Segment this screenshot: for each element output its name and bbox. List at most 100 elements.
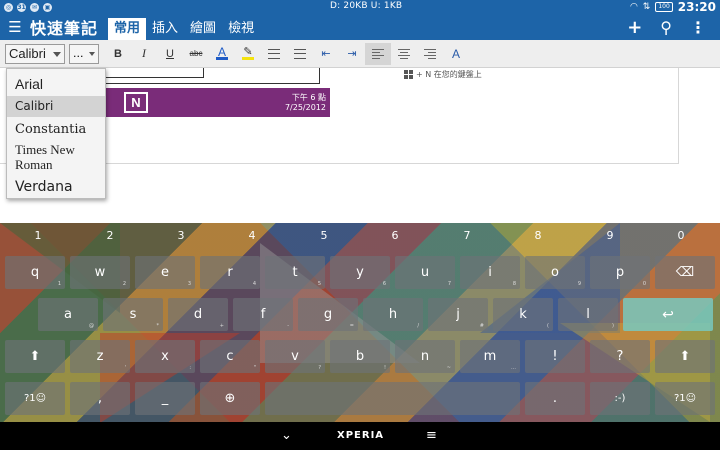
key-l[interactable]: l) xyxy=(558,298,618,331)
chevron-down-icon xyxy=(53,51,61,57)
font-size-select[interactable]: ... xyxy=(69,43,99,64)
space-key[interactable] xyxy=(265,382,520,415)
font-option-verdana[interactable]: Verdana xyxy=(7,176,105,198)
tab-insert[interactable]: 插入 xyxy=(146,18,184,40)
key-question[interactable]: ? xyxy=(590,340,650,373)
tab-home[interactable]: 常用 xyxy=(108,18,147,40)
number-hint: 9 xyxy=(606,229,614,242)
hide-keyboard-button[interactable]: ⌄ xyxy=(281,428,292,443)
key-m[interactable]: m… xyxy=(460,340,520,373)
font-option-arial[interactable]: Arial xyxy=(7,73,105,95)
shift-key-right[interactable]: ⬆ xyxy=(655,340,715,373)
key-h[interactable]: h / xyxy=(363,298,423,331)
key-o[interactable]: o9 xyxy=(525,256,585,289)
note-card[interactable]: N 下午 6 點 7/25/2012 xyxy=(100,88,330,117)
key-comma[interactable]: , xyxy=(70,382,130,415)
key-a[interactable]: a @ xyxy=(38,298,98,331)
strikethrough-button[interactable]: abc xyxy=(183,43,209,65)
enter-icon: ↩ xyxy=(662,306,674,323)
clear-formatting-button[interactable]: A xyxy=(443,43,469,65)
key-e[interactable]: e3 xyxy=(135,256,195,289)
key-r[interactable]: r4 xyxy=(200,256,260,289)
overflow-menu-icon[interactable]: ⋮ xyxy=(690,18,706,37)
key-y[interactable]: y6 xyxy=(330,256,390,289)
shift-icon: ⬆ xyxy=(679,349,691,364)
align-left-icon xyxy=(372,48,384,59)
key-j[interactable]: j # xyxy=(428,298,488,331)
key-c[interactable]: c " xyxy=(200,340,260,373)
key-u[interactable]: u7 xyxy=(395,256,455,289)
key-b[interactable]: b! xyxy=(330,340,390,373)
font-option-calibri[interactable]: Calibri xyxy=(7,96,105,117)
tab-draw[interactable]: 繪圖 xyxy=(184,18,222,40)
font-color-button[interactable]: A xyxy=(209,43,235,65)
emoticon-key[interactable]: :-) xyxy=(590,382,650,415)
note-date-value: 7/25/2012 xyxy=(284,103,326,112)
bullet-list-button[interactable] xyxy=(261,43,287,65)
wifi-icon: ◠ xyxy=(629,2,638,12)
key-k[interactable]: k( xyxy=(493,298,553,331)
bullet-list-icon xyxy=(268,48,280,59)
notification-icon: 31 xyxy=(17,2,26,12)
key-period[interactable]: . xyxy=(525,382,585,415)
key-d[interactable]: d + xyxy=(168,298,228,331)
key-exclamation[interactable]: ! xyxy=(525,340,585,373)
symbols-key-right[interactable]: ?1☺ xyxy=(655,382,715,415)
font-color-icon: A xyxy=(217,45,226,59)
key-i[interactable]: i8 xyxy=(460,256,520,289)
align-left-button[interactable] xyxy=(365,42,391,65)
key-underscore[interactable]: _ xyxy=(135,382,195,415)
number-hint: 3 xyxy=(177,229,185,242)
note-canvas[interactable]: N 下午 6 點 7/25/2012 + N 在您的鍵盤上 xyxy=(0,68,720,223)
menu-icon[interactable]: ☰ xyxy=(0,14,30,40)
italic-button[interactable]: I xyxy=(131,43,157,65)
number-hint: 6 xyxy=(391,229,399,242)
underline-button[interactable]: U xyxy=(157,43,183,65)
key-w[interactable]: w2 xyxy=(70,256,130,289)
increase-indent-button[interactable]: ⇥ xyxy=(339,43,365,65)
key-p[interactable]: p0 xyxy=(590,256,650,289)
search-icon[interactable]: ⚲ xyxy=(660,18,672,37)
numbered-list-button[interactable] xyxy=(287,43,313,65)
key-n[interactable]: n ~ xyxy=(395,340,455,373)
number-hint: 2 xyxy=(106,229,114,242)
keyboard-menu-button[interactable]: ≡ xyxy=(426,428,437,443)
indent-icon: ⇥ xyxy=(347,48,357,60)
highlight-button[interactable]: ✎ xyxy=(235,43,261,65)
notification-icon: ▣ xyxy=(43,2,52,12)
font-family-select[interactable]: Calibri xyxy=(5,43,65,64)
key-z[interactable]: z ' xyxy=(70,340,130,373)
font-size-value: ... xyxy=(73,47,84,60)
navigation-bar: ⌄ XPERIA ≡ xyxy=(0,422,720,450)
table-cell[interactable] xyxy=(100,68,204,78)
decrease-indent-button[interactable]: ⇤ xyxy=(313,43,339,65)
add-icon[interactable]: + xyxy=(627,17,642,38)
symbols-key[interactable]: ?1☺ xyxy=(5,382,65,415)
bold-button[interactable]: B xyxy=(105,43,131,65)
font-dropdown: Arial Calibri Constantia Times New Roman… xyxy=(6,68,106,199)
key-f[interactable]: f- xyxy=(233,298,293,331)
font-option-times-new-roman[interactable]: Times New Roman xyxy=(7,142,87,174)
align-center-button[interactable] xyxy=(391,43,417,65)
number-hint: 8 xyxy=(534,229,542,242)
tab-view[interactable]: 檢視 xyxy=(222,18,260,40)
language-key[interactable]: ⊕ xyxy=(200,382,260,415)
key-x[interactable]: x: xyxy=(135,340,195,373)
app-bar: ☰ 快速筆記 常用 插入 繪圖 檢視 + ⚲ ⋮ xyxy=(0,14,720,40)
sync-icon: ⇅ xyxy=(642,2,651,12)
number-hint: 0 xyxy=(677,229,685,242)
key-t[interactable]: t5 xyxy=(265,256,325,289)
align-right-button[interactable] xyxy=(417,43,443,65)
key-q[interactable]: q1 xyxy=(5,256,65,289)
key-s[interactable]: s * xyxy=(103,298,163,331)
font-option-constantia[interactable]: Constantia xyxy=(7,119,105,141)
key-g[interactable]: g = xyxy=(298,298,358,331)
key-v[interactable]: v? xyxy=(265,340,325,373)
number-hint: 1 xyxy=(34,229,42,242)
backspace-key[interactable]: ⌫ xyxy=(655,256,715,289)
shift-key[interactable]: ⬆ xyxy=(5,340,65,373)
highlighter-icon: ✎ xyxy=(243,46,253,58)
screen: ◎ 31 ✉ ▣ D: 20KB U: 1KB ◠ ⇅ 100 23:20 ☰ … xyxy=(0,0,720,450)
note-date: 下午 6 點 7/25/2012 xyxy=(285,93,326,113)
enter-key[interactable]: ↩ xyxy=(623,298,713,331)
